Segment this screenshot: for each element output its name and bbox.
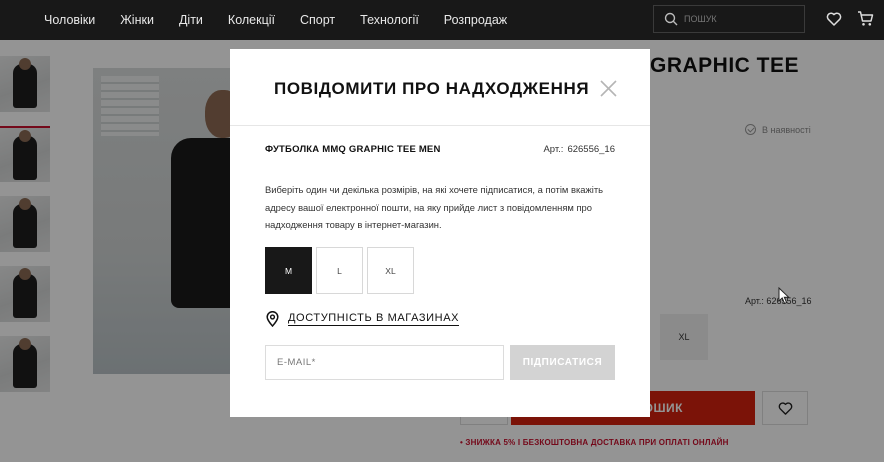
- divider: [230, 125, 650, 126]
- email-field[interactable]: [265, 345, 504, 380]
- search-icon: [664, 12, 678, 26]
- size-selector: M L XL: [265, 247, 418, 294]
- article-value: 626556_16: [567, 144, 615, 155]
- search-box[interactable]: [653, 5, 805, 33]
- article-label: Арт.:: [543, 144, 564, 155]
- map-pin-icon: [266, 311, 279, 327]
- nav-link-collections[interactable]: Колекції: [228, 13, 275, 27]
- modal-title: ПОВІДОМИТИ ПРО НАДХОДЖЕННЯ: [274, 79, 590, 98]
- modal-description: Виберіть один чи декілька розмірів, на я…: [265, 184, 604, 230]
- cart-icon[interactable]: [857, 10, 874, 27]
- wishlist-heart-icon[interactable]: [826, 11, 842, 27]
- size-option-m[interactable]: M: [265, 247, 312, 294]
- store-availability-label: ДОСТУПНІСТЬ В МАГАЗИНАХ: [288, 312, 460, 326]
- main-menu: Чоловіки Жінки Діти Колекції Спорт Техно…: [44, 0, 532, 40]
- nav-link-men[interactable]: Чоловіки: [44, 13, 95, 27]
- nav-link-technologies[interactable]: Технології: [360, 13, 419, 27]
- subscribe-button[interactable]: ПІДПИСАТИСЯ: [510, 345, 615, 380]
- modal-product-name: ФУТБОЛКА MMQ GRAPHIC TEE MEN: [265, 144, 441, 155]
- top-navigation: Чоловіки Жінки Діти Колекції Спорт Техно…: [0, 0, 884, 40]
- store-availability-link[interactable]: ДОСТУПНІСТЬ В МАГАЗИНАХ: [266, 311, 460, 327]
- nav-link-sport[interactable]: Спорт: [300, 13, 335, 27]
- modal-product-article: Арт.: 626556_16: [539, 144, 615, 155]
- size-option-xl[interactable]: XL: [367, 247, 414, 294]
- search-input[interactable]: [684, 14, 804, 24]
- close-icon[interactable]: [599, 79, 618, 98]
- nav-link-sale[interactable]: Розпродаж: [444, 13, 507, 27]
- size-option-l[interactable]: L: [316, 247, 363, 294]
- nav-link-women[interactable]: Жінки: [120, 13, 154, 27]
- nav-link-kids[interactable]: Діти: [179, 13, 203, 27]
- mouse-cursor-icon: [778, 287, 790, 305]
- notify-modal: ПОВІДОМИТИ ПРО НАДХОДЖЕННЯ ФУТБОЛКА MMQ …: [230, 49, 650, 417]
